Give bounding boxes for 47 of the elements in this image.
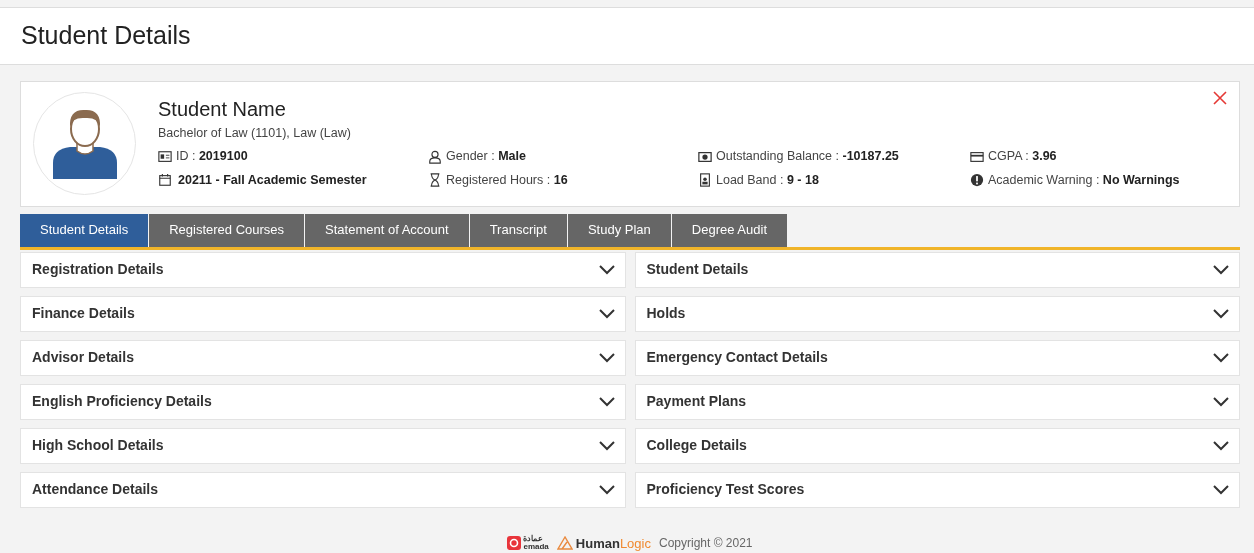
program-text: Bachelor of Law (1101), Law (Law)	[158, 124, 352, 142]
close-button[interactable]	[1213, 89, 1229, 106]
emada-icon	[507, 536, 522, 551]
info-text: ID : 2019100	[176, 148, 248, 166]
accordion-header[interactable]: Student Details	[634, 251, 1240, 288]
info-text: Outstanding Balance : -10187.25	[716, 148, 899, 166]
accordion-header[interactable]: Registration Details	[20, 251, 626, 288]
accordion-header[interactable]: Payment Plans	[634, 383, 1240, 420]
humanlogic-icon	[556, 536, 573, 551]
brand-text: Logic	[619, 534, 651, 553]
hourglass-icon	[428, 173, 442, 188]
accordion-header[interactable]: Finance Details	[20, 295, 626, 332]
accordion-header[interactable]: English Proficiency Details	[20, 383, 626, 420]
accordion-header[interactable]: High School Details	[20, 427, 626, 464]
tab[interactable]: Statement of Account	[305, 213, 469, 247]
calendar-icon	[158, 173, 172, 188]
accordion-header[interactable]: Holds	[634, 295, 1240, 332]
close-icon	[1213, 90, 1227, 105]
info-text: 20211 - Fall Academic Semester	[177, 172, 367, 189]
info-text: Academic Warning : No Warnings	[988, 172, 1180, 189]
accordion-header[interactable]: Attendance Details	[20, 471, 626, 508]
accordion-header[interactable]: Advisor Details	[20, 339, 626, 376]
avatar-icon	[51, 107, 118, 179]
info-text: Gender : Male	[446, 148, 526, 166]
user-icon	[428, 149, 442, 164]
copyright-text: Copyright © 2021	[658, 535, 753, 553]
id-card-icon	[158, 149, 172, 164]
tab[interactable]: Registered Courses	[149, 213, 305, 247]
student-name: Student Name	[158, 96, 286, 122]
tab[interactable]: Transcript	[469, 213, 567, 247]
info-text: CGPA : 3.96	[988, 148, 1057, 166]
alert-icon	[970, 173, 984, 188]
logo-latin-text: emada	[523, 543, 549, 552]
tab[interactable]: Degree Audit	[671, 213, 787, 247]
accordion-header[interactable]: College Details	[634, 427, 1240, 464]
accordion-header[interactable]: Emergency Contact Details	[634, 339, 1240, 376]
tab[interactable]: Student Details	[20, 213, 149, 247]
badge-icon	[698, 173, 712, 188]
logo-arabic-text: عمادة	[523, 535, 545, 544]
page-title: Student Details	[21, 20, 191, 51]
money-icon	[698, 149, 712, 164]
tab[interactable]: Study Plan	[567, 213, 671, 247]
credit-card-icon	[970, 149, 984, 164]
info-text: Registered Hours : 16	[446, 172, 568, 189]
accordion-header[interactable]: Proficiency Test Scores	[634, 471, 1240, 508]
info-text: Load Band : 9 - 18	[716, 172, 819, 189]
brand-text: Human	[575, 534, 620, 553]
